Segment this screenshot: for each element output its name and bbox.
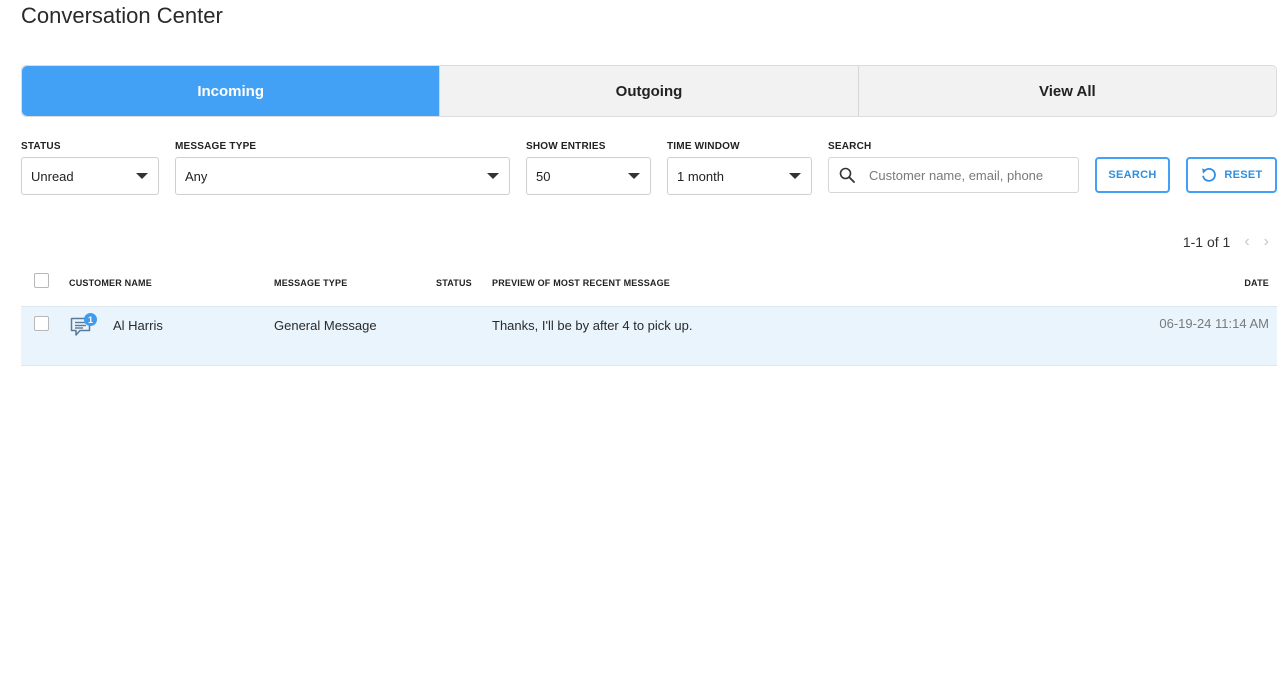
show-entries-select[interactable]: 50 (526, 157, 651, 195)
chevron-down-icon (487, 173, 499, 179)
select-all-checkbox[interactable] (34, 273, 49, 288)
time-window-select-value: 1 month (677, 168, 724, 184)
message-type-filter: MESSAGE TYPE Any (175, 141, 510, 195)
search-box (828, 157, 1079, 193)
header-preview[interactable]: PREVIEW OF MOST RECENT MESSAGE (492, 278, 670, 288)
chevron-down-icon (789, 173, 801, 179)
chevron-left-icon[interactable]: ‹ (1244, 233, 1249, 251)
search-icon (839, 167, 855, 183)
reset-icon (1202, 167, 1217, 182)
customer-name-cell[interactable]: Al Harris (113, 318, 163, 333)
search-input[interactable] (867, 166, 1061, 184)
message-type-select[interactable]: Any (175, 157, 510, 195)
tab-outgoing[interactable]: Outgoing (439, 66, 857, 116)
message-type-filter-label: MESSAGE TYPE (175, 141, 257, 152)
table-row[interactable] (21, 306, 1277, 366)
status-filter: STATUS Unread (21, 141, 159, 195)
preview-cell: Thanks, I'll be by after 4 to pick up. (492, 318, 693, 333)
unread-count-badge: 1 (84, 313, 97, 326)
row-checkbox[interactable] (34, 316, 49, 331)
show-entries-filter: SHOW ENTRIES 50 (526, 141, 651, 195)
reset-button-label: RESET (1224, 169, 1263, 181)
page-title: Conversation Center (21, 3, 223, 28)
time-window-filter: TIME WINDOW 1 month (667, 141, 812, 195)
chevron-down-icon (136, 173, 148, 179)
pagination: 1-1 of 1 ‹ › (1183, 233, 1269, 251)
header-date[interactable]: DATE (1244, 278, 1269, 288)
pagination-range: 1-1 of 1 (1182, 234, 1231, 250)
message-type-cell: General Message (274, 318, 377, 333)
status-filter-label: STATUS (21, 141, 61, 152)
time-window-select[interactable]: 1 month (667, 157, 812, 195)
show-entries-select-value: 50 (536, 168, 551, 184)
message-type-select-value: Any (185, 168, 208, 184)
date-cell: 06-19-24 11:14 AM (1159, 316, 1269, 331)
header-status[interactable]: STATUS (436, 278, 472, 288)
search-filter-label: SEARCH (828, 141, 872, 152)
tab-incoming[interactable]: Incoming (22, 66, 440, 116)
chevron-right-icon[interactable]: › (1264, 233, 1269, 251)
status-select[interactable]: Unread (21, 157, 159, 195)
search-filter: SEARCH (828, 141, 1079, 193)
search-button[interactable]: SEARCH (1095, 157, 1170, 193)
chevron-down-icon (628, 173, 640, 179)
time-window-filter-label: TIME WINDOW (667, 141, 740, 152)
show-entries-filter-label: SHOW ENTRIES (526, 141, 606, 152)
tab-bar: Incoming Outgoing View All (21, 65, 1277, 117)
header-customer-name[interactable]: CUSTOMER NAME (69, 278, 152, 288)
tab-view-all[interactable]: View All (857, 66, 1276, 116)
header-message-type[interactable]: MESSAGE TYPE (274, 278, 347, 288)
status-select-value: Unread (31, 168, 74, 184)
reset-button[interactable]: RESET (1186, 157, 1277, 193)
